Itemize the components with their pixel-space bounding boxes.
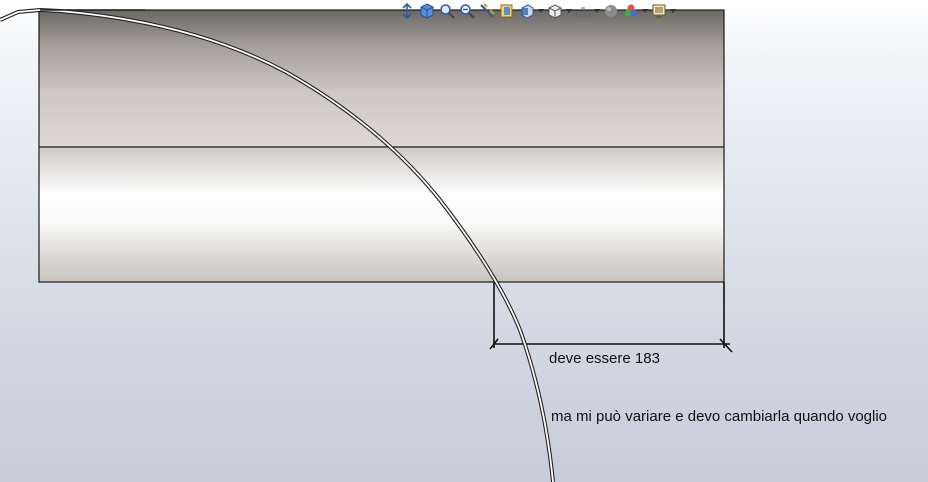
zoom-to-fit-icon (402, 3, 412, 19)
chevron-down-icon (594, 9, 600, 13)
view-orientation-icon (521, 4, 534, 19)
view-settings-icon (652, 4, 666, 18)
heads-up-view-toolbar (398, 1, 676, 21)
dimension-tick-right (719, 338, 733, 353)
chevron-down-icon (566, 9, 572, 13)
chevron-down-icon (670, 9, 676, 13)
apply-scene-dropdown[interactable] (642, 2, 648, 20)
hide-show-items-button[interactable] (574, 2, 592, 20)
view-settings-dropdown[interactable] (670, 2, 676, 20)
view-cube-button[interactable] (418, 2, 436, 20)
edit-appearance-button[interactable] (602, 2, 620, 20)
edit-appearance-icon (605, 5, 617, 17)
view-cube-icon (420, 3, 434, 19)
chevron-down-icon (538, 9, 544, 13)
dimension-183[interactable] (489, 282, 733, 353)
apply-scene-icon (624, 4, 638, 17)
zoom-to-area-button[interactable] (438, 2, 456, 20)
previous-view-icon (460, 4, 475, 19)
view-orientation-button[interactable] (518, 2, 536, 20)
chevron-down-icon (642, 9, 648, 13)
display-style-button[interactable] (546, 2, 564, 20)
hint-note: ma mi può variare e devo cambiarla quand… (551, 408, 888, 425)
hide-show-items-icon (576, 7, 590, 17)
zoom-to-area-icon (440, 4, 455, 19)
display-style-icon (548, 4, 562, 19)
view-settings-button[interactable] (650, 2, 668, 20)
model-bottom-face[interactable] (39, 147, 724, 282)
view-orientation-dropdown[interactable] (538, 2, 544, 20)
hide-show-items-dropdown[interactable] (594, 2, 600, 20)
section-view-icon (480, 3, 495, 18)
dynamic-annotation-button[interactable] (498, 2, 516, 20)
display-style-dropdown[interactable] (566, 2, 572, 20)
dimension-note: deve essere 183 (549, 350, 660, 367)
section-view-button[interactable] (478, 2, 496, 20)
model-top-face[interactable] (39, 10, 724, 147)
apply-scene-button[interactable] (622, 2, 640, 20)
zoom-to-fit-button[interactable] (398, 2, 416, 20)
model-body[interactable] (38, 9, 725, 283)
previous-view-button[interactable] (458, 2, 476, 20)
dynamic-annotation-icon (500, 4, 513, 18)
